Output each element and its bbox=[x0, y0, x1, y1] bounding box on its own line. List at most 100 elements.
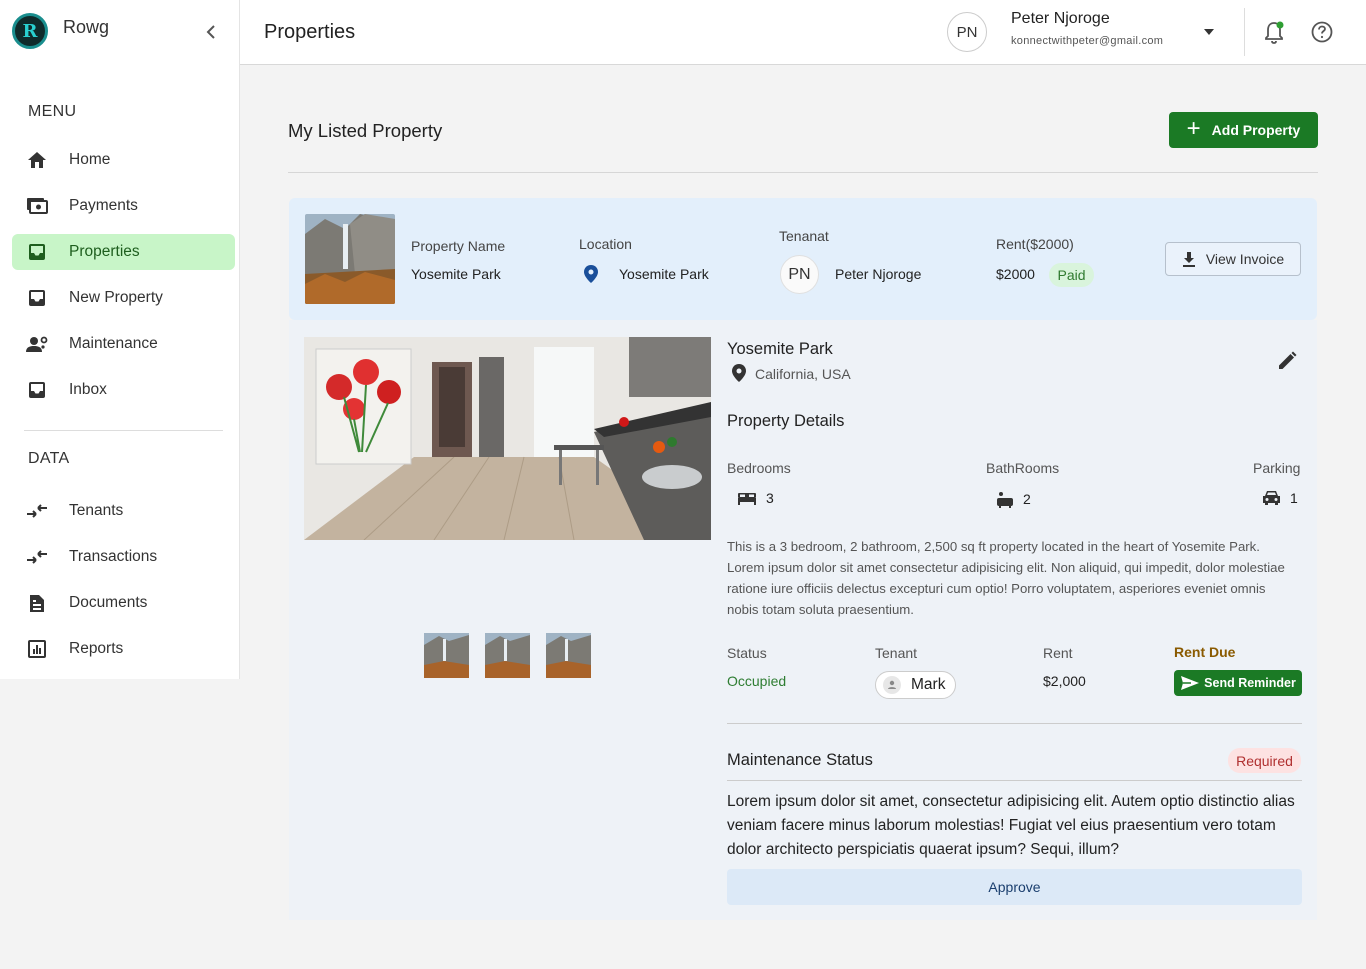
caret-down-icon[interactable] bbox=[1202, 26, 1216, 38]
sidebar-item-home[interactable]: Home bbox=[12, 142, 235, 178]
sidebar-item-label: Reports bbox=[69, 640, 124, 657]
inbox-icon bbox=[26, 241, 48, 263]
sidebar-item-label: Properties bbox=[69, 243, 140, 260]
engineering-icon bbox=[26, 333, 48, 355]
rent-due-label: Rent Due bbox=[1174, 644, 1236, 660]
tenant-chip-label: Mark bbox=[911, 676, 946, 693]
heading-divider bbox=[288, 172, 1318, 173]
bar-chart-icon bbox=[26, 638, 48, 660]
property-name-label: Property Name bbox=[411, 238, 506, 254]
gallery-thumbnail[interactable] bbox=[546, 633, 591, 678]
tenant-name: Peter Njoroge bbox=[835, 266, 922, 282]
section-heading: My Listed Property bbox=[288, 120, 443, 141]
tenant-label: Tenanat bbox=[779, 228, 829, 244]
bedrooms-value: 3 bbox=[737, 490, 774, 506]
parking-label: Parking bbox=[1253, 460, 1301, 476]
user-name: Peter Njoroge bbox=[1011, 10, 1110, 27]
home-icon bbox=[26, 149, 48, 171]
tenant-avatar: PN bbox=[780, 255, 819, 294]
rent-label: Rent($2000) bbox=[996, 236, 1074, 252]
menu-section-title: MENU bbox=[28, 103, 77, 120]
gallery-thumbnail[interactable] bbox=[485, 633, 530, 678]
rent-label: Rent bbox=[1043, 645, 1073, 661]
view-invoice-button[interactable]: View Invoice bbox=[1165, 242, 1301, 276]
data-section-title: DATA bbox=[28, 450, 70, 467]
sidebar-item-documents[interactable]: Documents bbox=[12, 585, 235, 621]
send-icon bbox=[1181, 676, 1200, 690]
inbox-icon bbox=[26, 379, 48, 401]
sidebar-item-label: Transactions bbox=[69, 548, 158, 565]
help-icon[interactable] bbox=[1310, 20, 1334, 44]
location-value: Yosemite Park bbox=[619, 266, 709, 282]
chevron-left-icon[interactable] bbox=[203, 22, 219, 42]
brand-name: Rowg bbox=[63, 16, 110, 37]
property-main-image[interactable] bbox=[304, 337, 711, 540]
parking-count: 1 bbox=[1290, 490, 1298, 506]
notifications-icon[interactable] bbox=[1262, 20, 1286, 46]
user-email: konnectwithpeter@gmail.com bbox=[1011, 35, 1164, 47]
rent-amount: $2,000 bbox=[1043, 673, 1086, 689]
logo-icon: R bbox=[12, 13, 48, 49]
rent-value: $2000 bbox=[996, 266, 1035, 282]
location-pin-icon bbox=[732, 364, 746, 382]
sidebar-item-transactions[interactable]: Transactions bbox=[12, 539, 235, 575]
view-invoice-label: View Invoice bbox=[1205, 251, 1285, 267]
sidebar-item-reports[interactable]: Reports bbox=[12, 631, 235, 667]
bathrooms-value: 2 bbox=[996, 490, 1031, 508]
car-icon bbox=[1263, 491, 1280, 505]
brand[interactable]: R Rowg bbox=[12, 13, 109, 49]
sidebar-item-inbox[interactable]: Inbox bbox=[12, 372, 235, 408]
sidebar: R Rowg MENU Home Payments Properties New… bbox=[0, 0, 240, 679]
bathrooms-count: 2 bbox=[1023, 491, 1031, 507]
tenant-chip[interactable]: Mark bbox=[875, 671, 956, 699]
detail-divider bbox=[727, 723, 1302, 724]
add-property-button[interactable]: + Add Property bbox=[1169, 112, 1318, 148]
topbar: Properties PN Peter Njoroge konnectwithp… bbox=[240, 0, 1366, 65]
approve-button[interactable]: Approve bbox=[727, 869, 1302, 905]
sidebar-item-label: Payments bbox=[69, 197, 138, 214]
gallery-thumbnail[interactable] bbox=[424, 633, 469, 678]
sidebar-item-properties[interactable]: Properties bbox=[12, 234, 235, 270]
inbox-icon bbox=[26, 287, 48, 309]
location-label: Location bbox=[579, 236, 632, 252]
sidebar-item-label: New Property bbox=[69, 289, 163, 306]
bedrooms-label: Bedrooms bbox=[727, 460, 791, 476]
download-icon bbox=[1182, 252, 1195, 267]
avatar[interactable]: PN bbox=[947, 12, 987, 52]
sidebar-item-maintenance[interactable]: Maintenance bbox=[12, 326, 235, 362]
send-reminder-button[interactable]: Send Reminder bbox=[1174, 670, 1302, 696]
sidebar-item-new-property[interactable]: New Property bbox=[12, 280, 235, 316]
property-thumbnail bbox=[305, 214, 395, 304]
bathrooms-label: BathRooms bbox=[986, 460, 1060, 476]
sidebar-item-payments[interactable]: Payments bbox=[12, 188, 235, 224]
parking-value: 1 bbox=[1262, 490, 1298, 506]
bedrooms-count: 3 bbox=[766, 490, 774, 506]
compare-arrows-icon bbox=[26, 546, 48, 568]
property-location: California, USA bbox=[755, 366, 851, 382]
sidebar-item-label: Tenants bbox=[69, 502, 124, 519]
occupancy-status: Occupied bbox=[727, 673, 787, 689]
sidebar-item-label: Documents bbox=[69, 594, 148, 611]
person-icon bbox=[883, 676, 901, 694]
property-details-heading: Property Details bbox=[727, 412, 845, 430]
page-title: Properties bbox=[264, 21, 356, 43]
sidebar-item-label: Home bbox=[69, 151, 111, 168]
edit-icon[interactable] bbox=[1276, 350, 1298, 372]
bathtub-icon bbox=[997, 492, 1013, 508]
sidebar-item-label: Maintenance bbox=[69, 335, 158, 352]
paid-status-badge: Paid bbox=[1049, 263, 1094, 287]
sidebar-item-tenants[interactable]: Tenants bbox=[12, 493, 235, 529]
topbar-divider bbox=[1244, 8, 1245, 56]
status-label: Status bbox=[727, 645, 767, 661]
plus-icon: + bbox=[1186, 114, 1201, 142]
maintenance-description: Lorem ipsum dolor sit amet, consectetur … bbox=[727, 793, 1295, 858]
add-property-label: Add Property bbox=[1211, 122, 1301, 138]
property-name-value: Yosemite Park bbox=[411, 266, 501, 282]
payments-icon bbox=[26, 195, 48, 217]
tenant-label: Tenant bbox=[875, 645, 918, 661]
property-description: This is a 3 bedroom, 2 bathroom, 2,500 s… bbox=[727, 539, 1285, 617]
document-icon bbox=[26, 592, 48, 614]
maintenance-divider bbox=[727, 780, 1302, 781]
maintenance-status-heading: Maintenance Status bbox=[727, 751, 873, 769]
send-reminder-label: Send Reminder bbox=[1204, 676, 1296, 690]
